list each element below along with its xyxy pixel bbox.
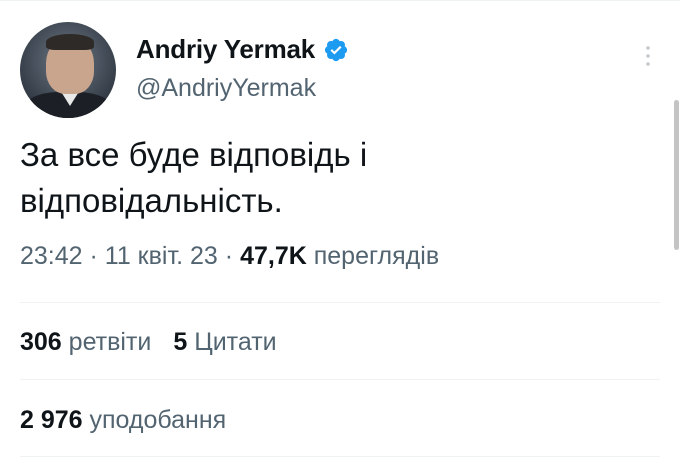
tweet-date[interactable]: 11 квіт. 23 xyxy=(105,242,218,270)
verified-badge-icon xyxy=(324,38,348,61)
retweets-label: ретвіти xyxy=(68,328,152,356)
retweet-quote-stats: 306 ретвіти 5 Цитати xyxy=(20,328,277,357)
views-label: переглядів xyxy=(313,242,440,270)
tweet-text-line: За все буде відповідь і xyxy=(20,136,368,173)
tweet-text-line: відповідальність. xyxy=(20,182,283,219)
retweets-count: 306 xyxy=(20,328,62,356)
divider xyxy=(20,456,660,457)
tweet-meta: 23:42 · 11 квіт. 23 · 47,7K переглядів xyxy=(20,242,439,271)
likes-stat[interactable]: 2 976 уподобання xyxy=(20,406,226,434)
avatar[interactable] xyxy=(20,22,116,118)
top-divider xyxy=(0,0,680,1)
divider xyxy=(20,379,660,380)
quotes-stat[interactable]: 5 Цитати xyxy=(173,328,276,356)
author-handle[interactable]: @AndriyYermak xyxy=(136,74,316,103)
likes-stats: 2 976 уподобання xyxy=(20,406,226,435)
more-vertical-icon[interactable] xyxy=(636,44,660,68)
meta-separator: · xyxy=(82,242,105,270)
tweet-text: За все буде відповідь і відповідальність… xyxy=(20,132,620,224)
quotes-count: 5 xyxy=(173,328,188,356)
tweet-time[interactable]: 23:42 xyxy=(20,242,83,270)
likes-count: 2 976 xyxy=(20,406,83,434)
views-count: 47,7K xyxy=(240,242,307,270)
tweet-header: Andriy Yermak @AndriyYermak xyxy=(20,22,660,118)
divider xyxy=(20,302,660,303)
retweets-stat[interactable]: 306 ретвіти xyxy=(20,328,151,356)
likes-label: уподобання xyxy=(89,406,227,434)
meta-separator: · xyxy=(217,242,241,270)
quotes-label: Цитати xyxy=(194,328,277,356)
scrollbar[interactable] xyxy=(674,100,679,250)
author-name-row: Andriy Yermak xyxy=(136,34,349,65)
author-display-name[interactable]: Andriy Yermak xyxy=(136,34,315,65)
